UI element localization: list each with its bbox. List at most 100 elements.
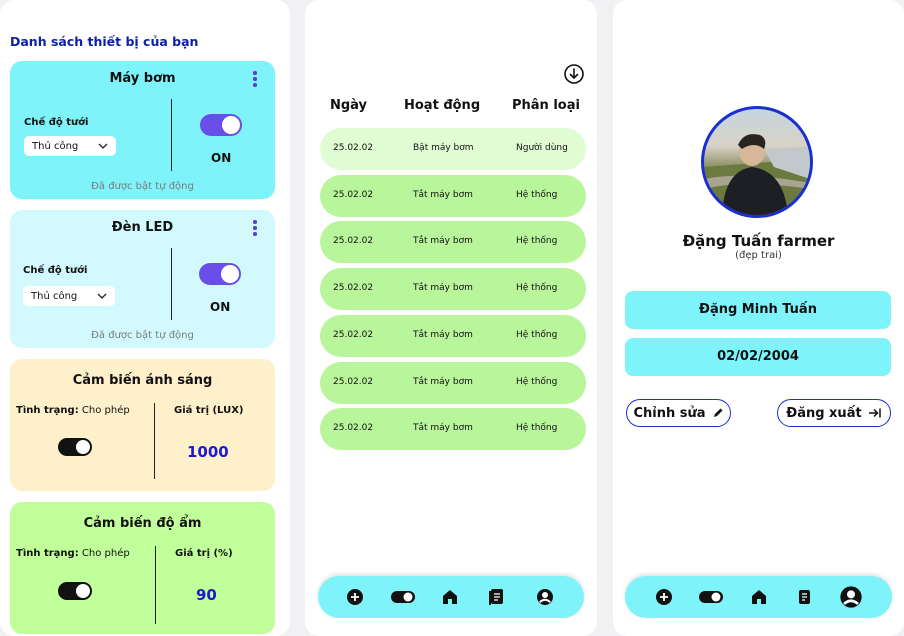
history-type: Hệ thống (516, 423, 558, 434)
column-activity: Hoạt động (404, 98, 481, 113)
history-date: 25.02.02 (333, 283, 374, 294)
history-action: Bật máy bơm (413, 143, 474, 153)
pencil-icon (713, 408, 723, 417)
chevron-down-icon (97, 293, 107, 299)
divider (171, 248, 172, 320)
divider (154, 403, 155, 479)
avatar[interactable] (701, 106, 813, 218)
led-more-icon[interactable] (253, 220, 257, 238)
profile-panel: Đặng Tuấn farmer (đẹp trai) Đặng Minh Tu… (613, 0, 904, 636)
history-row[interactable]: 25.02.02 Bật máy bơm Người dùng (320, 128, 586, 170)
led-mode-value: Thủ công (31, 290, 78, 302)
bottom-nav (625, 576, 892, 618)
humidity-sensor-status: Tình trạng: Cho phép (16, 548, 130, 559)
column-date: Ngày (330, 98, 368, 113)
history-row[interactable]: 25.02.02 Tắt máy bơm Hệ thống (320, 221, 586, 264)
document-icon[interactable] (795, 588, 813, 606)
history-action: Tắt máy bơm (413, 189, 473, 200)
history-row[interactable]: 25.02.02 Tắt máy bơm Hệ thống (320, 268, 586, 311)
light-sensor-title: Cảm biến ánh sáng (72, 373, 213, 388)
light-status-value: Cho phép (81, 405, 130, 416)
pump-note: Đã được bật tự động (91, 181, 194, 192)
history-action: Tắt máy bơm (413, 236, 473, 247)
pump-mode-select[interactable]: Thủ công (24, 136, 116, 156)
humidity-value-label: Giá trị (%) (175, 548, 233, 559)
led-toggle[interactable] (199, 263, 241, 285)
chevron-down-icon (98, 143, 108, 149)
history-panel: Ngày Hoạt động Phân loại 25.02.02 Bật máy… (305, 0, 597, 636)
column-type: Phân loại (512, 98, 580, 113)
pump-toggle[interactable] (200, 114, 242, 136)
toggle-icon[interactable] (698, 588, 724, 606)
history-row[interactable]: 25.02.02 Tắt máy bơm Hệ thống (320, 314, 586, 357)
plus-icon[interactable] (655, 588, 673, 606)
humidity-sensor-card: Cảm biến độ ẩm Tình trạng: Cho phép Giá … (10, 502, 275, 634)
led-mode-select[interactable]: Thủ công (23, 286, 115, 306)
divider (155, 546, 156, 624)
toggle-icon[interactable] (390, 588, 416, 606)
pump-more-icon[interactable] (253, 71, 257, 89)
edit-button[interactable]: Chỉnh sửa (626, 399, 731, 427)
device-list-panel: Danh sách thiết bị của bạn Máy bơm Chế đ… (0, 0, 290, 636)
logout-button[interactable]: Đăng xuất (777, 399, 891, 427)
divider (171, 99, 172, 171)
light-sensor-switch[interactable] (58, 438, 92, 456)
humidity-sensor-title: Cảm biến độ ẩm (83, 516, 202, 531)
light-sensor-status: Tình trạng: Cho phép (16, 405, 130, 416)
led-mode-label: Chế độ tưới (23, 265, 88, 276)
profile-subtitle: (đẹp trai) (735, 250, 782, 261)
history-date: 25.02.02 (333, 376, 374, 387)
history-action: Tắt máy bơm (413, 283, 473, 294)
humidity-status-label: Tình trạng: (16, 548, 79, 559)
light-value-label: Giá trị (LUX) (174, 405, 244, 416)
home-icon[interactable] (441, 588, 459, 606)
light-value: 1000 (187, 443, 229, 461)
history-date: 25.02.02 (333, 143, 374, 153)
led-title: Đèn LED (111, 220, 174, 235)
history-type: Người dùng (516, 143, 568, 153)
logout-arrow-icon (868, 408, 881, 418)
history-date: 25.02.02 (333, 329, 374, 340)
humidity-status-value: Cho phép (81, 548, 130, 559)
history-action: Tắt máy bơm (413, 423, 473, 434)
bottom-nav (318, 576, 584, 618)
light-sensor-card: Cảm biến ánh sáng Tình trạng: Cho phép G… (10, 359, 275, 491)
document-icon[interactable] (487, 588, 505, 606)
user-icon[interactable] (839, 585, 863, 609)
pump-title: Máy bơm (109, 71, 176, 86)
history-type: Hệ thống (516, 283, 558, 294)
pump-state: ON (211, 151, 232, 165)
edit-label: Chỉnh sửa (633, 405, 706, 421)
download-icon[interactable] (564, 64, 584, 84)
history-type: Hệ thống (516, 376, 558, 387)
light-status-label: Tình trạng: (16, 405, 79, 416)
history-row[interactable]: 25.02.02 Tắt máy bơm Hệ thống (320, 408, 586, 451)
home-icon[interactable] (750, 588, 768, 606)
led-card: Đèn LED Chế độ tưới Thủ công ON Đã được … (10, 210, 275, 348)
history-action: Tắt máy bơm (413, 376, 473, 387)
avatar-photo (704, 134, 810, 215)
pump-mode-label: Chế độ tưới (24, 117, 89, 128)
humidity-sensor-switch[interactable] (58, 582, 92, 600)
full-name-field: Đặng Minh Tuấn (625, 291, 891, 329)
history-type: Hệ thống (516, 189, 558, 200)
history-date: 25.02.02 (333, 423, 374, 434)
history-date: 25.02.02 (333, 236, 374, 247)
pump-card: Máy bơm Chế độ tưới Thủ công ON Đã được … (10, 61, 275, 199)
history-type: Hệ thống (516, 236, 558, 247)
history-action: Tắt máy bơm (413, 329, 473, 340)
led-note: Đã được bật tự động (91, 330, 194, 341)
humidity-value: 90 (196, 586, 217, 604)
profile-display-name: Đặng Tuấn farmer (682, 232, 835, 250)
history-row[interactable]: 25.02.02 Tắt máy bơm Hệ thống (320, 361, 586, 404)
plus-icon[interactable] (346, 588, 364, 606)
birthday-field: 02/02/2004 (625, 338, 891, 376)
history-type: Hệ thống (516, 329, 558, 340)
logout-label: Đăng xuất (786, 405, 862, 421)
device-list-title: Danh sách thiết bị của bạn (10, 34, 199, 49)
pump-mode-value: Thủ công (32, 140, 79, 152)
history-date: 25.02.02 (333, 189, 374, 200)
history-row[interactable]: 25.02.02 Tắt máy bơm Hệ thống (320, 174, 586, 217)
led-state: ON (210, 300, 231, 314)
user-icon[interactable] (536, 588, 554, 606)
